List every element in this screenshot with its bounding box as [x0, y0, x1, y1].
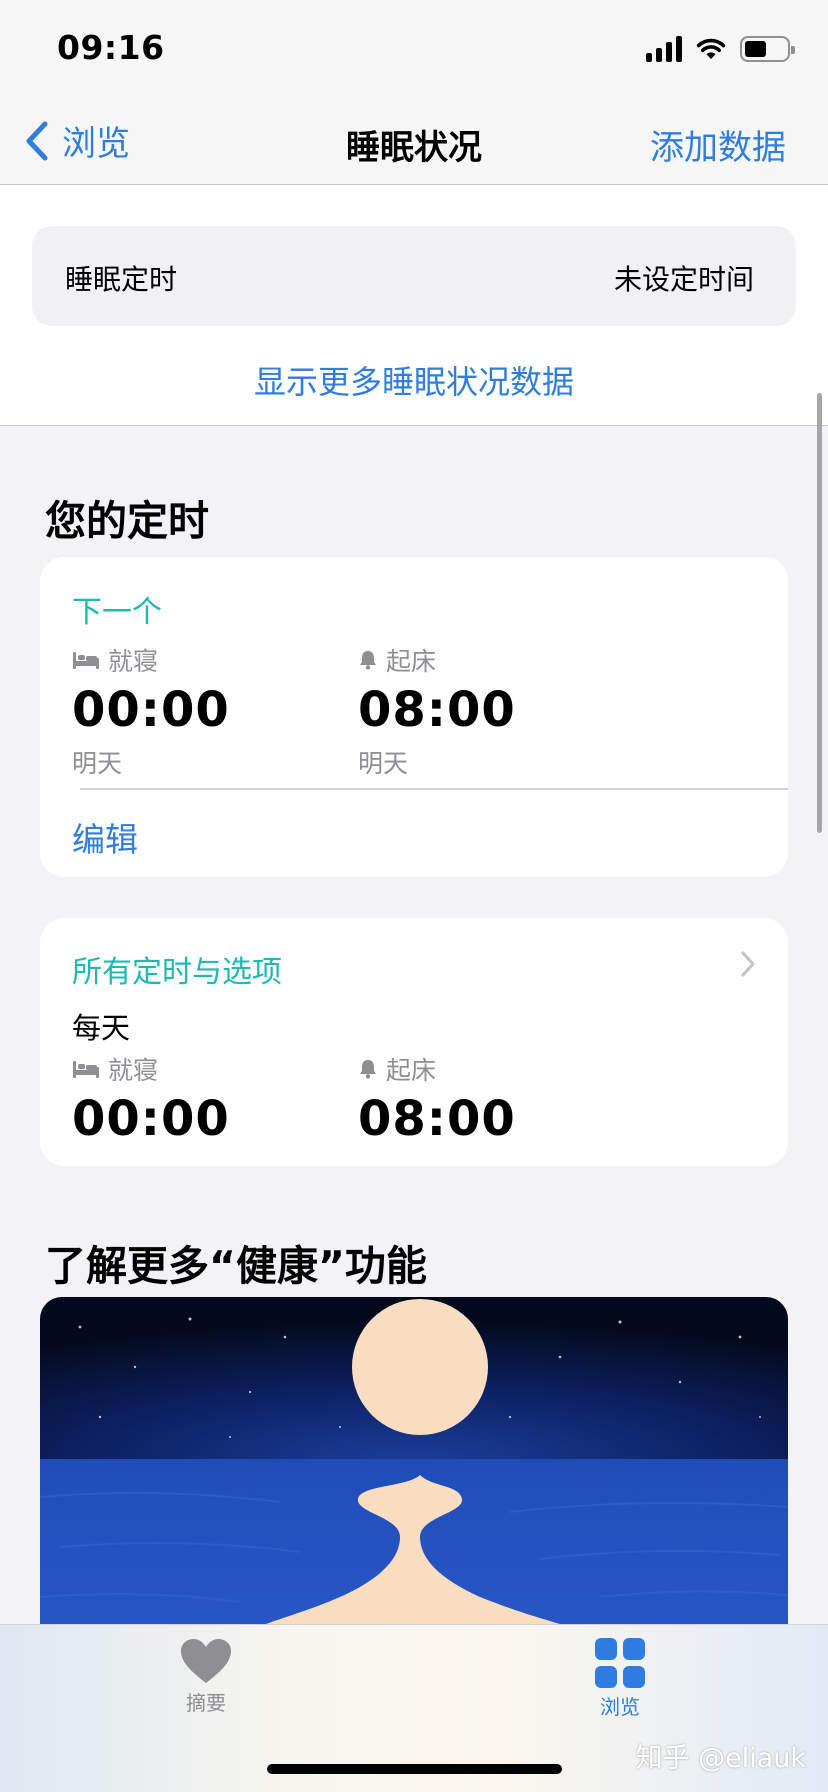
edit-schedule-button[interactable]: 编辑: [72, 813, 138, 861]
sleep-schedule-row[interactable]: 睡眠定时 未设定时间: [32, 226, 796, 326]
home-indicator[interactable]: [267, 1764, 562, 1774]
bedtime-day: 明天: [72, 749, 123, 778]
moon-over-sea-illustration[interactable]: [40, 1297, 788, 1627]
bed-icon: [73, 1061, 99, 1078]
chevron-left-icon: [26, 121, 48, 160]
schedule-frequency: 每天: [72, 1011, 131, 1045]
wake-block: 起床 08:00 明天: [358, 644, 618, 780]
bed-icon: [73, 652, 99, 669]
all-bedtime-block: 就寝 00:00: [72, 1053, 332, 1147]
sleep-schedule-label: 睡眠定时: [65, 263, 178, 296]
status-icons: [646, 36, 795, 62]
tab-summary[interactable]: 摘要: [136, 1637, 276, 1716]
chevron-right-icon: [741, 951, 755, 977]
scroll-indicator[interactable]: [817, 393, 822, 833]
grid-icon: [595, 1638, 645, 1688]
wake-label: 起床: [386, 1056, 437, 1085]
bedtime-time: 00:00: [72, 682, 230, 738]
all-schedules-heading: 所有定时与选项: [72, 955, 282, 990]
sleep-schedule-value: 未设定时间: [613, 263, 754, 296]
watermark: 知乎 @eliauk: [635, 1743, 807, 1774]
status-bar: 09:16: [0, 0, 828, 98]
bell-icon: [360, 651, 376, 670]
your-schedule-heading: 您的定时: [45, 497, 209, 545]
wake-time: 08:00: [358, 682, 516, 738]
bedtime-time: 00:00: [72, 1091, 230, 1147]
battery-icon: [740, 36, 795, 62]
add-data-button[interactable]: 添加数据: [650, 120, 786, 169]
bell-icon: [360, 1060, 376, 1079]
wake-label: 起床: [386, 647, 437, 676]
all-wake-block: 起床 08:00: [358, 1053, 618, 1147]
moon-illustration-art: [40, 1297, 788, 1627]
wifi-icon: [696, 38, 726, 59]
wake-time: 08:00: [358, 1091, 516, 1147]
navigation-bar: 浏览 睡眠状况 添加数据: [0, 98, 828, 185]
next-schedule-card: 下一个 就寝 00:00 明天 起床 08:00 明天 编辑: [40, 557, 788, 877]
sleep-summary-section: 睡眠定时 未设定时间 显示更多睡眠状况数据: [0, 185, 828, 426]
all-schedules-card[interactable]: 所有定时与选项 每天 就寝 00:00 起床 08:00: [40, 918, 788, 1166]
bedtime-label: 就寝: [108, 647, 159, 676]
tab-browse[interactable]: 浏览: [550, 1637, 690, 1720]
status-time: 09:16: [57, 28, 165, 67]
card-divider: [80, 788, 788, 790]
back-button-label: 浏览: [62, 124, 130, 164]
bedtime-label: 就寝: [108, 1056, 159, 1085]
bedtime-block: 就寝 00:00 明天: [72, 644, 332, 780]
tab-browse-label: 浏览: [600, 1695, 640, 1719]
cellular-signal-icon: [646, 36, 682, 62]
show-more-sleep-data-link[interactable]: 显示更多睡眠状况数据: [0, 357, 828, 403]
tab-summary-label: 摘要: [186, 1691, 226, 1715]
heart-icon: [181, 1639, 231, 1683]
next-schedule-heading: 下一个: [72, 595, 162, 630]
back-button[interactable]: 浏览: [24, 116, 130, 165]
wake-day: 明天: [358, 749, 409, 778]
sleep-screen: 09:16 浏览 睡眠状况 添加数据 睡眠定时 未设定时间 显示更多睡眠状况数据…: [0, 0, 828, 1792]
learn-more-heading: 了解更多“健康”功能: [45, 1242, 427, 1290]
